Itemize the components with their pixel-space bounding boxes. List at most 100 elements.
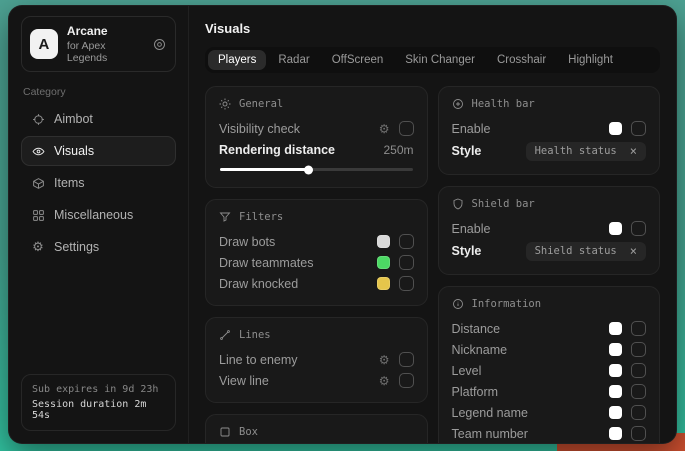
- card-title: Filters: [239, 211, 283, 223]
- color-swatch[interactable]: [609, 122, 622, 135]
- slider-fill: [220, 168, 309, 171]
- row-level: Level: [452, 360, 647, 381]
- row-visibility-check: Visibility check ⚙: [219, 118, 414, 139]
- card-box-header: Box: [219, 426, 414, 438]
- tab-crosshair[interactable]: Crosshair: [487, 50, 556, 70]
- card-general-header: General: [219, 98, 414, 110]
- row-label: Enable: [452, 222, 491, 236]
- health-style-select[interactable]: Health status ×: [526, 142, 646, 161]
- sidebar-item-items[interactable]: Items: [21, 168, 176, 198]
- close-icon[interactable]: ×: [630, 145, 637, 157]
- card-general: General Visibility check ⚙ Rendering dis…: [205, 86, 428, 188]
- box-icon: [219, 426, 231, 438]
- sidebar-item-label: Aimbot: [54, 112, 93, 126]
- draw-teammates-checkbox[interactable]: [399, 255, 414, 270]
- visibility-check-checkbox[interactable]: [399, 121, 414, 136]
- funnel-icon: [219, 211, 231, 223]
- card-box: Box Enable Enable background: [205, 414, 428, 443]
- grid-icon: [31, 209, 45, 222]
- color-swatch[interactable]: [609, 343, 622, 356]
- row-distance: Distance: [452, 318, 647, 339]
- row-label: Level: [452, 364, 482, 378]
- card-title: Health bar: [472, 98, 535, 110]
- health-enable-checkbox[interactable]: [631, 121, 646, 136]
- sidebar-item-visuals[interactable]: Visuals: [21, 136, 176, 166]
- tab-players[interactable]: Players: [208, 50, 266, 70]
- card-health-header: Health bar: [452, 98, 647, 110]
- rendering-distance-slider[interactable]: [220, 168, 413, 171]
- row-label: Style: [452, 244, 482, 258]
- color-swatch[interactable]: [609, 406, 622, 419]
- target-icon[interactable]: [152, 37, 167, 52]
- subscription-expiry: Sub expires in 9d 23h: [32, 384, 165, 395]
- row-draw-teammates: Draw teammates: [219, 252, 414, 273]
- column-right: Health bar Enable Style Health status: [438, 86, 661, 443]
- sidebar: A Arcane for Apex Legends Category: [9, 6, 189, 443]
- row-rendering-distance: Rendering distance 250m: [219, 139, 414, 160]
- main-panel: Visuals Players Radar OffScreen Skin Cha…: [189, 6, 676, 443]
- app-subtitle: for Apex Legends: [67, 40, 143, 64]
- color-swatch[interactable]: [377, 256, 390, 269]
- gear-icon[interactable]: ⚙: [379, 354, 390, 366]
- row-label: Nickname: [452, 343, 508, 357]
- sidebar-item-miscellaneous[interactable]: Miscellaneous: [21, 200, 176, 230]
- legend-name-checkbox[interactable]: [631, 405, 646, 420]
- color-swatch[interactable]: [377, 235, 390, 248]
- draw-bots-checkbox[interactable]: [399, 234, 414, 249]
- color-swatch[interactable]: [609, 427, 622, 440]
- row-line-to-enemy: Line to enemy ⚙: [219, 349, 414, 370]
- category-label: Category: [23, 86, 174, 98]
- row-shield-style: Style Shield status ×: [452, 239, 647, 263]
- row-label: Draw knocked: [219, 277, 298, 291]
- card-title: Lines: [239, 329, 271, 341]
- tab-offscreen[interactable]: OffScreen: [322, 50, 394, 70]
- row-shield-enable: Enable: [452, 218, 647, 239]
- sidebar-item-settings[interactable]: ⚙ Settings: [21, 232, 176, 262]
- info-icon: [452, 298, 464, 310]
- team-number-checkbox[interactable]: [631, 426, 646, 441]
- shield-enable-checkbox[interactable]: [631, 221, 646, 236]
- color-swatch[interactable]: [609, 364, 622, 377]
- row-label: Draw bots: [219, 235, 275, 249]
- nickname-checkbox[interactable]: [631, 342, 646, 357]
- line-to-enemy-checkbox[interactable]: [399, 352, 414, 367]
- card-title: General: [239, 98, 283, 110]
- color-swatch[interactable]: [609, 222, 622, 235]
- slider-thumb[interactable]: [304, 165, 313, 174]
- shield-style-value: Shield status: [535, 245, 617, 257]
- sidebar-item-aimbot[interactable]: Aimbot: [21, 104, 176, 134]
- view-line-checkbox[interactable]: [399, 373, 414, 388]
- shield-style-select[interactable]: Shield status ×: [526, 242, 646, 261]
- column-left: General Visibility check ⚙ Rendering dis…: [205, 86, 428, 443]
- color-swatch[interactable]: [609, 385, 622, 398]
- row-label: Distance: [452, 322, 501, 336]
- row-platform: Platform: [452, 381, 647, 402]
- platform-checkbox[interactable]: [631, 384, 646, 399]
- line-icon: [219, 329, 231, 341]
- card-filters-header: Filters: [219, 211, 414, 223]
- row-legend-name: Legend name: [452, 402, 647, 423]
- card-health-bar: Health bar Enable Style Health status: [438, 86, 661, 175]
- row-label: Style: [452, 144, 482, 158]
- level-checkbox[interactable]: [631, 363, 646, 378]
- distance-checkbox[interactable]: [631, 321, 646, 336]
- crosshair-icon: [31, 113, 45, 126]
- row-view-line: View line ⚙: [219, 370, 414, 391]
- package-icon: [31, 177, 45, 190]
- card-title: Information: [472, 298, 542, 310]
- color-swatch[interactable]: [609, 322, 622, 335]
- row-nickname: Nickname: [452, 339, 647, 360]
- gear-icon[interactable]: ⚙: [379, 123, 390, 135]
- card-title: Box: [239, 426, 258, 438]
- tab-highlight[interactable]: Highlight: [558, 50, 623, 70]
- session-duration: Session duration 2m 54s: [32, 399, 165, 421]
- sidebar-nav: Aimbot Visuals Items: [21, 104, 176, 264]
- color-swatch[interactable]: [377, 277, 390, 290]
- row-health-style: Style Health status ×: [452, 139, 647, 163]
- tab-radar[interactable]: Radar: [268, 50, 319, 70]
- draw-knocked-checkbox[interactable]: [399, 276, 414, 291]
- gear-icon[interactable]: ⚙: [379, 375, 390, 387]
- tab-bar: Players Radar OffScreen Skin Changer Cro…: [205, 47, 660, 73]
- close-icon[interactable]: ×: [630, 245, 637, 257]
- tab-skin-changer[interactable]: Skin Changer: [395, 50, 485, 70]
